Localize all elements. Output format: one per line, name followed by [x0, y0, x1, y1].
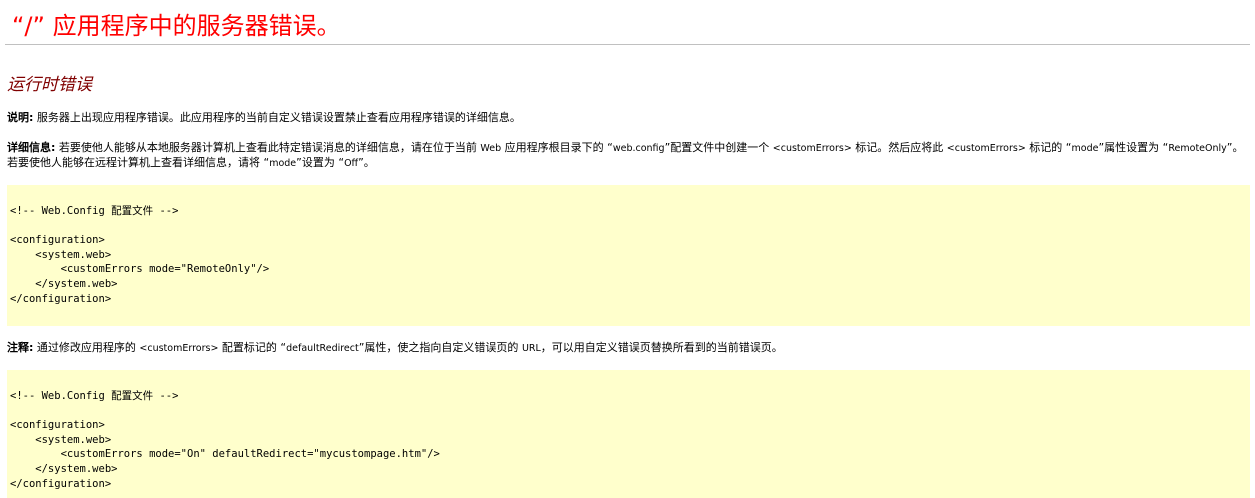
notes-attr: defaultRedirect [286, 343, 359, 354]
description-text: 服务器上出现应用程序错误。此应用程序的当前自定义错误设置禁止查看应用程序错误的详… [33, 111, 521, 124]
details-remoteonly: RemoteOnly [1168, 143, 1227, 154]
details-text: ”设置为 “ [296, 156, 345, 169]
details-text: ”。 [358, 156, 375, 169]
details-web: Web [480, 143, 502, 154]
notes-text: ”属性，使之指向自定义错误页的 [358, 341, 522, 354]
details-text: ”配置文件中创建一个 [664, 141, 773, 154]
details-text: 标记。然后应将此 [851, 141, 947, 154]
details-text: 标记的 “ [1025, 141, 1072, 154]
details-mode: mode [269, 158, 297, 169]
details-label: 详细信息: [7, 141, 56, 154]
details-text: ”属性设置为 “ [1098, 141, 1169, 154]
details-text: 应用程序根目录下的 “ [501, 141, 613, 154]
code-sample-remoteonly: <!-- Web.Config 配置文件 --> <configuration>… [7, 185, 1250, 326]
notes-text: 配置标记的 “ [218, 341, 287, 354]
details-off: Off [344, 158, 359, 169]
notes-url: URL [521, 343, 541, 354]
notes-paragraph: 注释: 通过修改应用程序的 <customErrors> 配置标记的 “defa… [7, 341, 783, 356]
page-title: “/” 应用程序中的服务器错误。 [12, 12, 341, 40]
code-sample-default-redirect: <!-- Web.Config 配置文件 --> <configuration>… [7, 370, 1250, 498]
notes-text: ，可以用自定义错误页替换所看到的当前错误页。 [540, 341, 783, 354]
error-subtitle: 运行时错误 [7, 75, 92, 95]
details-webconfig: web.config [612, 143, 665, 154]
description-paragraph: 说明: 服务器上出现应用程序错误。此应用程序的当前自定义错误设置禁止查看应用程序… [7, 111, 521, 125]
notes-text: 通过修改应用程序的 [33, 341, 140, 354]
error-page: “/” 应用程序中的服务器错误。 运行时错误 说明: 服务器上出现应用程序错误。… [0, 0, 1255, 498]
title-divider [5, 44, 1250, 45]
details-tag: <customErrors> [772, 143, 852, 154]
details-mode: mode [1071, 143, 1099, 154]
notes-tag: <customErrors> [139, 343, 219, 354]
notes-label: 注释: [7, 341, 34, 354]
code-text: <!-- Web.Config 配置文件 --> <configuration>… [10, 205, 270, 305]
code-text: <!-- Web.Config 配置文件 --> <configuration>… [10, 390, 440, 490]
description-label: 说明: [7, 111, 34, 124]
details-tag: <customErrors> [946, 143, 1026, 154]
details-text: 若要使他人能够从本地服务器计算机上查看此特定错误消息的详细信息，请在位于当前 [55, 141, 481, 154]
details-paragraph: 详细信息: 若要使他人能够从本地服务器计算机上查看此特定错误消息的详细信息，请在… [7, 141, 1250, 171]
